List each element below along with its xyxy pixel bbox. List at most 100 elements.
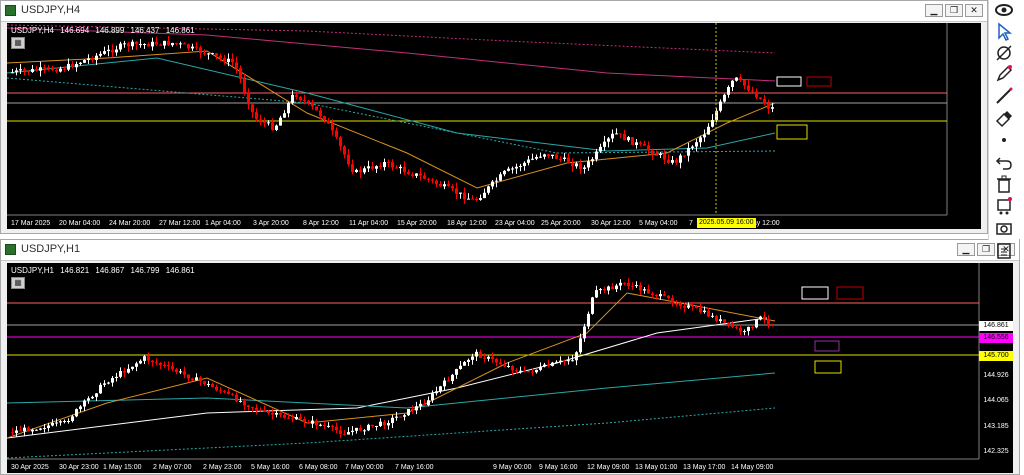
candle-body bbox=[683, 306, 686, 308]
candle-body bbox=[247, 92, 250, 105]
candle-body bbox=[187, 374, 190, 379]
candle-body bbox=[635, 285, 638, 287]
candle-body bbox=[415, 173, 418, 176]
candle-body bbox=[547, 154, 550, 157]
time-tick-label: 25 Apr 20:00 bbox=[541, 220, 581, 227]
candle-body bbox=[51, 422, 54, 426]
candle-body bbox=[279, 117, 282, 126]
candle-body bbox=[731, 322, 734, 328]
candle-body bbox=[79, 62, 82, 65]
candle-body bbox=[87, 398, 90, 401]
candle-body bbox=[139, 44, 142, 46]
candle-body bbox=[675, 303, 678, 305]
candle-body bbox=[575, 352, 578, 361]
restore-button[interactable]: ❐ bbox=[945, 4, 963, 17]
candle-body bbox=[11, 432, 14, 434]
crosshair-icon[interactable] bbox=[993, 43, 1015, 63]
chart-window-h1[interactable]: USDJPY,H1 ▁ ❐ ✕ USDJPY,H1 146.821 146.86… bbox=[0, 239, 1020, 475]
window-titlebar-h4[interactable]: USDJPY,H4 ▁ ❐ ✕ bbox=[1, 1, 987, 22]
candle-body bbox=[227, 391, 230, 394]
eraser-icon[interactable] bbox=[993, 108, 1015, 128]
candle-body bbox=[263, 122, 266, 124]
candle-body bbox=[531, 158, 534, 160]
window-title-h1: USDJPY,H1 bbox=[21, 243, 81, 255]
candle-body bbox=[595, 290, 598, 298]
chart-canvas bbox=[7, 23, 948, 216]
candle-body bbox=[331, 425, 334, 427]
candle-body bbox=[291, 94, 294, 103]
candle-body bbox=[499, 174, 502, 181]
candle-body bbox=[39, 428, 42, 430]
candle-body bbox=[15, 70, 18, 73]
window-titlebar-h1[interactable]: USDJPY,H1 ▁ ❐ ✕ bbox=[1, 240, 1019, 261]
candle-body bbox=[199, 377, 202, 382]
candle-body bbox=[319, 424, 322, 426]
line-icon[interactable] bbox=[993, 86, 1015, 106]
candle-body bbox=[399, 416, 402, 418]
price-tick-label: 146.861 bbox=[979, 321, 1013, 331]
close-button[interactable]: ✕ bbox=[965, 4, 983, 17]
candle-body bbox=[619, 282, 622, 286]
candle-body bbox=[623, 133, 626, 141]
candle-body bbox=[611, 133, 614, 139]
drawn-rectangle bbox=[776, 124, 808, 140]
candle-body bbox=[695, 306, 698, 309]
candle-body bbox=[487, 186, 490, 193]
candle-body bbox=[111, 49, 114, 53]
minimize-button[interactable]: ▁ bbox=[957, 243, 975, 256]
chart-settings-icon[interactable]: ▦ bbox=[11, 37, 25, 49]
candle-body bbox=[15, 430, 18, 433]
candle-body bbox=[491, 181, 494, 187]
eye-icon[interactable] bbox=[993, 1, 1015, 21]
clipboard-icon[interactable] bbox=[993, 240, 1015, 260]
candle-body bbox=[551, 154, 554, 157]
candle-body bbox=[183, 43, 186, 45]
candle-body bbox=[511, 366, 514, 371]
candle-body bbox=[715, 315, 718, 322]
chart-window-h4[interactable]: USDJPY,H4 ▁ ❐ ✕ USDJPY,H4 146.694 146.89… bbox=[0, 0, 988, 234]
candle-body bbox=[667, 295, 670, 299]
minimize-button[interactable]: ▁ bbox=[925, 4, 943, 17]
time-tick-label: 12 May 09:00 bbox=[587, 464, 630, 471]
template-icon[interactable] bbox=[993, 196, 1015, 216]
candle-body bbox=[175, 43, 178, 45]
time-tick-label: 30 Apr 23:00 bbox=[59, 464, 99, 471]
candle-body bbox=[363, 168, 366, 173]
candle-body bbox=[643, 289, 646, 291]
candle-body bbox=[103, 51, 106, 54]
candle-body bbox=[271, 413, 274, 415]
candle-body bbox=[191, 378, 194, 381]
price-chart-h1[interactable]: USDJPY,H1 146.821 146.867 146.799 146.86… bbox=[7, 263, 1013, 473]
candle-body bbox=[483, 357, 486, 359]
time-tick-label: 8 Apr 12:00 bbox=[303, 220, 339, 227]
time-axis: 30 Apr 2025 30 Apr 23:00 1 May 15:00 2 May … bbox=[7, 459, 979, 473]
candle-body bbox=[83, 400, 86, 407]
candle-body bbox=[379, 421, 382, 426]
candle-body bbox=[307, 100, 310, 103]
pencil-icon[interactable] bbox=[993, 64, 1015, 84]
candle-body bbox=[655, 154, 658, 156]
candle-body bbox=[327, 120, 330, 124]
chart-window-icon bbox=[5, 5, 16, 16]
trash-icon[interactable] bbox=[993, 174, 1015, 194]
candle-body bbox=[151, 360, 154, 363]
chart-settings-icon[interactable]: ▦ bbox=[11, 277, 25, 289]
cursor-icon[interactable] bbox=[993, 22, 1015, 42]
candle-body bbox=[63, 421, 66, 423]
candle-body bbox=[723, 319, 726, 323]
dot-icon[interactable] bbox=[993, 130, 1015, 150]
price-chart-h4[interactable]: USDJPY,H4 146.694 146.899 146.437 146.86… bbox=[7, 23, 981, 229]
candle-body bbox=[191, 46, 194, 49]
candle-body bbox=[163, 40, 166, 46]
candle-body bbox=[687, 147, 690, 156]
candle-body bbox=[571, 163, 574, 167]
undo-icon[interactable] bbox=[993, 152, 1015, 172]
candle-body bbox=[387, 162, 390, 164]
candle-body bbox=[91, 58, 94, 60]
candle-body bbox=[663, 294, 666, 296]
close-value: 146.861 bbox=[165, 26, 195, 35]
camera-icon[interactable] bbox=[993, 218, 1015, 238]
moving-average-line bbox=[7, 407, 776, 459]
candle-body bbox=[571, 360, 574, 362]
candle-body bbox=[535, 156, 538, 159]
